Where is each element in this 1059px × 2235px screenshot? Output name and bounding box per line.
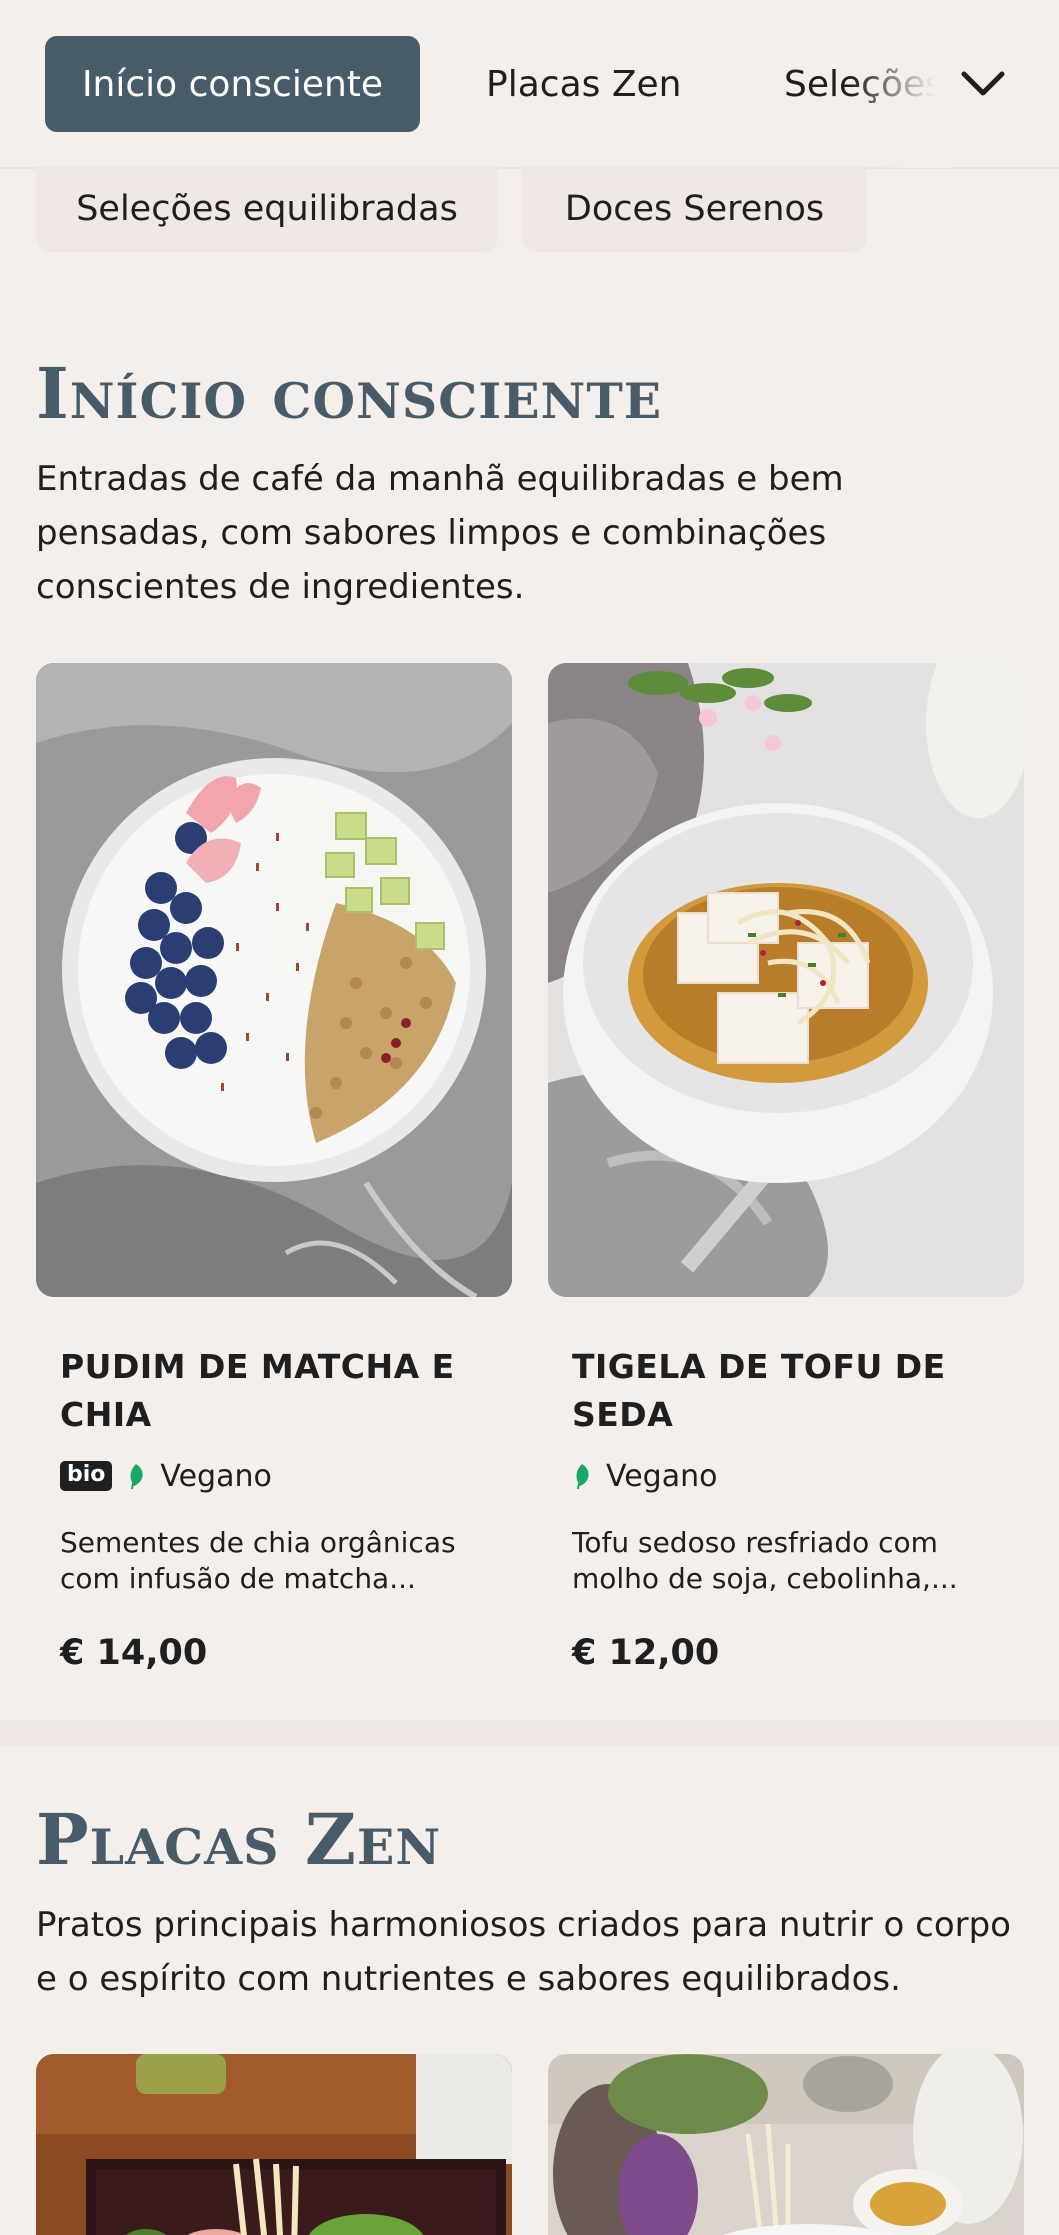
section-title-placas-zen: Placas Zen xyxy=(36,1798,442,1881)
menu-item-name: Pudim de matcha e chia xyxy=(60,1347,455,1434)
menu-item-card[interactable] xyxy=(548,2054,1024,2235)
diet-label: Vegano xyxy=(606,1458,718,1494)
tab-placas-zen[interactable]: Placas Zen xyxy=(486,36,681,132)
chia-pudding-bowl-photo xyxy=(36,663,512,1297)
chip-doces-serenos[interactable]: Doces Serenos xyxy=(522,166,867,252)
menu-item-description: Tofu sedoso resfriado com molho de soja,… xyxy=(572,1526,958,1595)
more-categories-button[interactable] xyxy=(953,54,1013,114)
section-description-inicio-consciente: Entradas de café da manhã equilibradas e… xyxy=(36,459,844,607)
section-title-inicio-consciente: Início consciente xyxy=(36,352,663,435)
menu-item-price: € 14,00 xyxy=(60,1633,208,1673)
menu-item-card[interactable]: Pudim de matcha e chia bio Vegano Sement… xyxy=(36,663,512,1673)
nav-fade-overlay xyxy=(850,0,950,168)
chevron-down-icon xyxy=(961,71,1005,96)
section-divider xyxy=(0,1720,1059,1746)
chip-selecoes-equilibradas[interactable]: Seleções equilibradas xyxy=(36,166,498,252)
section-description-placas-zen: Pratos principais harmoniosos criados pa… xyxy=(36,1905,1011,1999)
silken-tofu-bowl-photo xyxy=(548,663,1024,1297)
bio-badge: bio xyxy=(60,1461,113,1491)
menu-item-card[interactable]: Tigela de tofu de seda Vegano Tofu sedos… xyxy=(548,663,1024,1673)
tab-inicio-consciente[interactable]: Início consciente xyxy=(45,36,420,132)
diet-label: Vegano xyxy=(160,1458,272,1494)
menu-item-description: Sementes de chia orgânicas com infusão d… xyxy=(60,1526,456,1595)
menu-item-name: Tigela de tofu de seda xyxy=(572,1347,946,1434)
menu-item-card[interactable] xyxy=(36,2054,512,2235)
noodle-bowl-photo xyxy=(548,2054,1024,2235)
bento-box-photo xyxy=(36,2054,512,2235)
menu-item-tags: bio Vegano xyxy=(60,1458,272,1494)
leaf-icon xyxy=(576,1464,589,1490)
leaf-icon xyxy=(130,1464,143,1490)
category-nav: Início consciente Placas Zen Seleções eq… xyxy=(0,0,1059,169)
menu-item-price: € 12,00 xyxy=(572,1633,720,1673)
menu-item-tags: Vegano xyxy=(572,1458,717,1494)
